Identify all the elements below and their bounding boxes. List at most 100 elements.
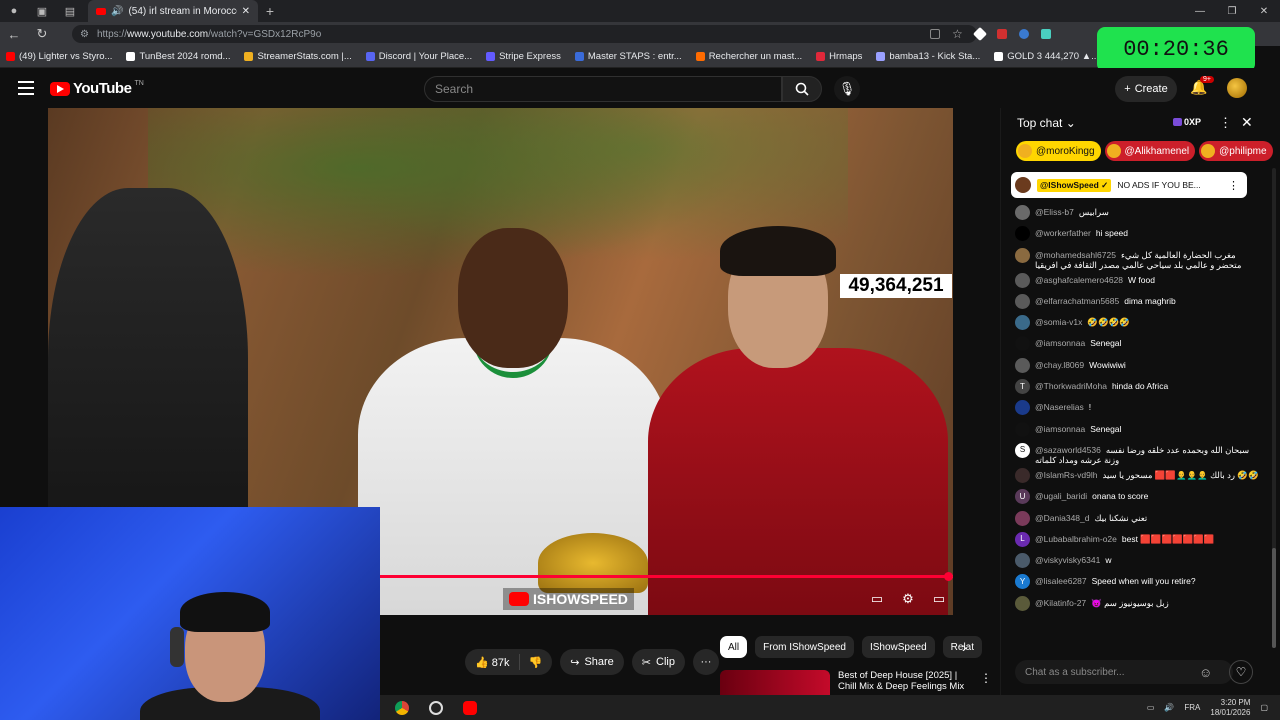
chat-author[interactable]: @chay.l8069 bbox=[1035, 360, 1084, 370]
bookmark-item[interactable]: TunBest 2024 romd... bbox=[126, 51, 230, 62]
chat-message[interactable]: @workerfather hi speed bbox=[1015, 223, 1259, 244]
new-tab-button[interactable]: + bbox=[258, 3, 282, 19]
chat-message[interactable]: T @ThorkwadriMoha hinda do Africa bbox=[1015, 376, 1259, 397]
chat-message[interactable]: @chay.l8069 Wowiwiwi bbox=[1015, 355, 1259, 376]
chat-message[interactable]: S @sazaworld4536 سبحان الله وبحمده عدد خلق… bbox=[1015, 440, 1259, 465]
chat-author[interactable]: @Eliss-b7 bbox=[1035, 207, 1074, 217]
audio-icon[interactable]: 🔊 bbox=[111, 6, 123, 17]
site-info-icon[interactable]: ⚙ bbox=[80, 29, 89, 40]
bookmark-item[interactable]: Discord | Your Place... bbox=[365, 51, 472, 62]
chat-author[interactable]: @Kilatinfo-27 bbox=[1035, 598, 1086, 608]
extensions-icon[interactable]: ▣ bbox=[28, 0, 56, 22]
chat-message[interactable]: U @ugali_baridi onana to score bbox=[1015, 486, 1259, 507]
chat-message[interactable]: @Naserelias! bbox=[1015, 397, 1259, 418]
chat-message[interactable]: @somia-v1x 🤣🤣🤣🤣 bbox=[1015, 312, 1259, 333]
language-indicator[interactable]: FRA bbox=[1184, 703, 1200, 712]
bookmark-star-icon[interactable]: ☆ bbox=[952, 27, 963, 41]
chrome-taskbar-icon[interactable] bbox=[390, 698, 414, 718]
back-button[interactable]: ← bbox=[0, 22, 28, 46]
extension-icon[interactable] bbox=[1018, 29, 1029, 39]
clock[interactable]: 3:20 PM 18/01/2026 bbox=[1210, 698, 1250, 718]
bookmark-item[interactable]: GOLD 3 444,270 ▲... bbox=[994, 51, 1099, 62]
bookmark-item[interactable]: Master STAPS : entr... bbox=[574, 51, 682, 62]
chat-author[interactable]: @iamsonnaa bbox=[1035, 424, 1085, 434]
extension-icon[interactable] bbox=[972, 26, 987, 42]
subtitles-icon[interactable]: ▭ bbox=[868, 590, 886, 608]
extension-icon[interactable] bbox=[1040, 29, 1051, 39]
chip-all[interactable]: All bbox=[720, 636, 748, 658]
chat-author[interactable]: @ugali_baridi bbox=[1035, 491, 1087, 501]
kebab-menu-icon[interactable]: ⋮ bbox=[980, 671, 992, 685]
volume-icon[interactable]: 🔊 bbox=[1164, 703, 1174, 712]
chat-message[interactable]: Y @lisalee6287 Speed when will you retire? bbox=[1015, 571, 1259, 592]
share-button[interactable]: ↪ Share bbox=[560, 649, 624, 675]
super-chat-ticker[interactable]: @Alikhamenel bbox=[1104, 141, 1196, 161]
bookmark-item[interactable]: bamba13 - Kick Sta... bbox=[876, 51, 980, 62]
recommendation-item[interactable]: Best of Deep House [2025] | Chill Mix & … bbox=[720, 668, 1000, 696]
chat-message[interactable]: @Kilatinfo-27 😈 زبل بوسيونيوز سم bbox=[1015, 593, 1259, 614]
chip-from-channel[interactable]: From IShowSpeed bbox=[755, 636, 854, 658]
network-icon[interactable]: ▭ bbox=[1147, 703, 1155, 712]
emoji-icon[interactable]: ☺ bbox=[1199, 665, 1212, 680]
super-chat-ticker[interactable]: @philipme bbox=[1199, 141, 1273, 161]
minimize-button[interactable]: — bbox=[1184, 0, 1216, 22]
chevron-right-icon[interactable]: › bbox=[962, 639, 967, 655]
search-input[interactable]: Search bbox=[424, 76, 782, 102]
profile-icon[interactable]: ● bbox=[0, 0, 28, 22]
chat-message[interactable]: @asghafcalemero4628 W food bbox=[1015, 270, 1259, 291]
kebab-menu-icon[interactable]: ⋮ bbox=[1219, 115, 1232, 131]
chat-message[interactable]: @mohamedsahl6725 مغرب الحضارة العالمية كل… bbox=[1015, 245, 1259, 270]
video-progress-handle[interactable] bbox=[944, 572, 953, 581]
youtube-logo[interactable]: YouTube TN bbox=[50, 80, 144, 97]
browser-tab-active[interactable]: 🔊 (54) irl stream in Morocco ✕ bbox=[88, 0, 258, 22]
tab-actions-icon[interactable]: ▤ bbox=[56, 0, 84, 22]
settings-gear-icon[interactable]: ⚙ bbox=[899, 590, 917, 608]
chat-message[interactable]: @iamsonnaa Senegal bbox=[1015, 419, 1259, 440]
chat-message[interactable]: @elfarrachatman5685 dima maghrib bbox=[1015, 291, 1259, 312]
chat-author[interactable]: @viskyvisky6341 bbox=[1035, 555, 1100, 565]
chat-author[interactable]: @mohamedsahl6725 bbox=[1035, 250, 1116, 260]
close-window-button[interactable]: ✕ bbox=[1248, 0, 1280, 22]
recommendation-thumbnail[interactable] bbox=[720, 670, 830, 696]
search-button[interactable] bbox=[782, 76, 822, 102]
xp-indicator[interactable]: 0XP bbox=[1173, 117, 1201, 127]
super-chat-ticker[interactable]: @moroKingg bbox=[1016, 141, 1101, 161]
close-tab-icon[interactable]: ✕ bbox=[242, 6, 250, 17]
create-button[interactable]: + Create bbox=[1115, 76, 1177, 102]
chat-author[interactable]: @asghafcalemero4628 bbox=[1035, 275, 1123, 285]
kebab-menu-icon[interactable]: ⋮ bbox=[1228, 179, 1239, 192]
menu-icon[interactable] bbox=[18, 81, 34, 95]
bookmark-item[interactable]: StreamerStats.com |... bbox=[244, 51, 352, 62]
heart-icon[interactable]: ♡ bbox=[1229, 660, 1253, 684]
obs-taskbar-icon[interactable] bbox=[424, 698, 448, 718]
chat-message[interactable]: @Dania348_d تعني نشكنا بيك bbox=[1015, 508, 1259, 529]
bookmark-item[interactable]: Stripe Express bbox=[486, 51, 561, 62]
chat-author[interactable]: @elfarrachatman5685 bbox=[1035, 296, 1119, 306]
chat-message[interactable]: @Eliss-b7 سرابيس bbox=[1015, 202, 1259, 223]
chat-author[interactable]: @iamsonnaa bbox=[1035, 338, 1085, 348]
chat-author[interactable]: @somia-v1x bbox=[1035, 317, 1082, 327]
chat-author[interactable]: @workerfather bbox=[1035, 228, 1091, 238]
theater-mode-icon[interactable]: ▭ bbox=[930, 590, 948, 608]
bookmark-item[interactable]: Hrmaps bbox=[816, 51, 862, 62]
chat-message[interactable]: @iamsonnaa Senegal bbox=[1015, 333, 1259, 354]
chat-author[interactable]: @lisalee6287 bbox=[1035, 576, 1087, 586]
chat-author[interactable]: @Naserelias bbox=[1035, 402, 1084, 412]
bookmark-item[interactable]: Rechercher un mast... bbox=[695, 51, 802, 62]
reload-button[interactable]: ↻ bbox=[28, 22, 56, 46]
chat-scrollbar[interactable] bbox=[1272, 168, 1276, 648]
install-app-icon[interactable] bbox=[930, 29, 940, 39]
chat-author[interactable]: @sazaworld4536 bbox=[1035, 445, 1101, 455]
dislike-button[interactable]: 👎 bbox=[529, 656, 543, 669]
notifications-icon[interactable]: ▢ bbox=[1260, 703, 1268, 712]
recommendation-title[interactable]: Best of Deep House [2025] | Chill Mix & … bbox=[838, 670, 966, 692]
chat-author[interactable]: @ThorkwadriMoha bbox=[1035, 381, 1107, 391]
chat-message[interactable]: @IslamRs-vd9lh رد بالك 👨‍🦲👨‍🦲👨‍🦲🟥🟥 مسحور … bbox=[1015, 465, 1259, 486]
chat-message[interactable]: @viskyvisky6341 w bbox=[1015, 550, 1259, 571]
mic-button[interactable]: 🎙 bbox=[834, 76, 860, 102]
like-button[interactable]: 👍 87k bbox=[475, 656, 510, 669]
chat-message[interactable]: L @Lubabalbrahim-o2e best 🟥🟥🟥🟥🟥🟥🟥 bbox=[1015, 529, 1259, 550]
chat-author[interactable]: @Lubabalbrahim-o2e bbox=[1035, 534, 1117, 544]
bookmark-item[interactable]: (49) Lighter vs Styro... bbox=[6, 51, 112, 62]
chat-mode-dropdown[interactable]: Top chat ⌄ bbox=[1001, 108, 1280, 138]
